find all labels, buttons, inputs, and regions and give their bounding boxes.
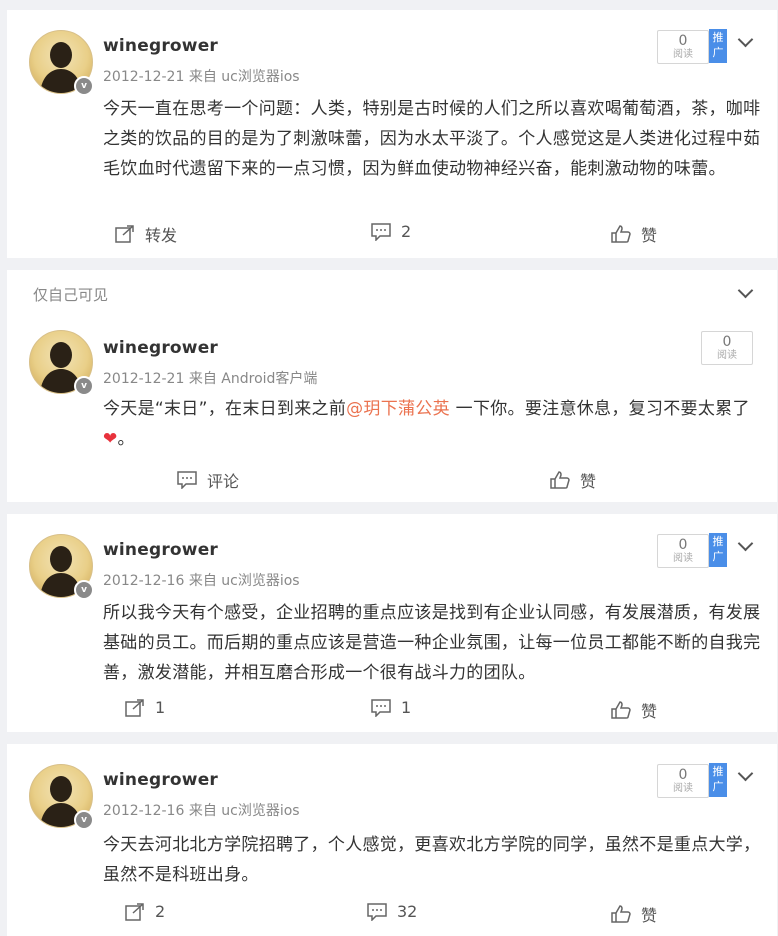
weibo-card: v winegrower 2012-12-21 来自 uc浏览器ios 0 阅读… [7,10,777,258]
promote-button[interactable]: 推广 [709,533,727,567]
post-text-end: 。 [117,429,135,449]
comment-label: 评论 [207,472,240,491]
post-date[interactable]: 2012-12-16 [103,803,184,819]
comment-button[interactable]: 2 [371,222,411,241]
read-count-box: 0 阅读 [701,331,753,365]
chevron-down-icon[interactable] [737,282,754,299]
post-text: 所以我今天有个感受，企业招聘的重点应该是找到有企业认同感，有发展潜质，有发展基础… [103,603,761,683]
read-count: 0 [678,767,688,783]
post-text: 今天一直在思考一个问题：人类，特别是古时候的人们之所以喜欢喝葡萄酒，茶，咖啡之类… [103,99,761,179]
repost-button[interactable]: 1 [125,698,165,717]
read-count: 0 [678,537,688,553]
heart-icon: ❤ [103,429,118,449]
like-label: 赞 [641,702,658,721]
mention-link[interactable]: @玥下蒲公英 [346,399,450,419]
like-button[interactable]: 赞 [611,698,657,722]
verified-badge-icon: v [74,376,94,396]
repost-button[interactable]: 2 [125,902,165,921]
repost-label: 转发 [145,226,178,245]
repost-count: 1 [155,698,166,717]
post-meta: 2012-12-16 来自 uc浏览器ios [103,570,300,590]
like-button[interactable]: 赞 [611,902,657,926]
thumbs-up-icon [550,471,570,489]
like-button[interactable]: 赞 [611,222,657,246]
comment-icon [371,222,391,241]
comment-count: 1 [401,698,412,717]
comment-icon [371,698,391,717]
repost-icon [125,902,144,921]
comment-count: 32 [397,902,418,921]
post-meta: 2012-12-21 来自 uc浏览器ios [103,66,300,86]
post-text-start: 今天是“末日”，在末日到来之前 [103,399,347,419]
comment-button[interactable]: 32 [367,902,417,921]
like-label: 赞 [641,906,658,925]
like-label: 赞 [580,472,597,491]
verified-badge-icon: v [74,810,94,830]
post-meta: 2012-12-16 来自 uc浏览器ios [103,800,300,820]
username[interactable]: winegrower [103,36,218,56]
verified-badge-icon: v [74,76,94,96]
username[interactable]: winegrower [103,770,218,790]
comment-button[interactable]: 1 [371,698,411,717]
post-text: 今天去河北北方学院招聘了，个人感觉，更喜欢北方学院的同学，虽然不是重点大学，虽然… [103,835,761,885]
like-label: 赞 [641,226,658,245]
chevron-down-icon[interactable] [737,535,754,552]
read-count-box: 0 阅读 [657,764,709,798]
promote-button[interactable]: 推广 [709,763,727,797]
post-date[interactable]: 2012-12-21 [103,69,184,85]
comment-count: 2 [401,222,412,241]
post-text: 今天是“末日”，在末日到来之前@玥下蒲公英 一下你。要注意休息，复习不要太累了 ❤… [103,394,763,454]
thumbs-up-icon [611,701,631,719]
read-count: 0 [722,334,732,350]
post-date[interactable]: 2012-12-16 [103,573,184,589]
read-label: 阅读 [673,49,693,60]
post-meta: 2012-12-21 来自 Android客户端 [103,368,317,388]
read-count-box: 0 阅读 [657,30,709,64]
post-source: 来自 Android客户端 [188,371,318,387]
read-count-box: 0 阅读 [657,534,709,568]
read-count: 0 [678,33,688,49]
post-source: 来自 uc浏览器ios [188,69,300,85]
weibo-card: v winegrower 2012-12-16 来自 uc浏览器ios 0 阅读… [7,514,777,732]
weibo-card: 仅自己可见 v winegrower 2012-12-21 来自 Android… [7,270,777,502]
promote-button[interactable]: 推广 [709,29,727,63]
thumbs-up-icon [611,905,631,923]
like-button[interactable]: 赞 [550,468,596,492]
repost-count: 2 [155,902,166,921]
verified-badge-icon: v [74,580,94,600]
post-text-middle: 一下你。要注意休息，复习不要太累了 [449,399,750,419]
repost-icon [125,698,144,717]
repost-button[interactable]: 转发 [115,222,177,246]
username[interactable]: winegrower [103,540,218,560]
comment-icon [177,471,197,489]
post-source: 来自 uc浏览器ios [188,803,300,819]
chevron-down-icon[interactable] [737,765,754,782]
read-label: 阅读 [673,553,693,564]
comment-button[interactable]: 评论 [177,468,239,492]
chevron-down-icon[interactable] [737,31,754,48]
comment-icon [367,902,387,921]
post-source: 来自 uc浏览器ios [188,573,300,589]
private-visibility-label: 仅自己可见 [33,286,109,304]
thumbs-up-icon [611,225,631,243]
username[interactable]: winegrower [103,338,218,358]
weibo-card: v winegrower 2012-12-16 来自 uc浏览器ios 0 阅读… [7,744,777,936]
read-label: 阅读 [673,783,693,794]
repost-icon [115,225,134,243]
read-label: 阅读 [717,350,737,361]
post-date[interactable]: 2012-12-21 [103,371,184,387]
